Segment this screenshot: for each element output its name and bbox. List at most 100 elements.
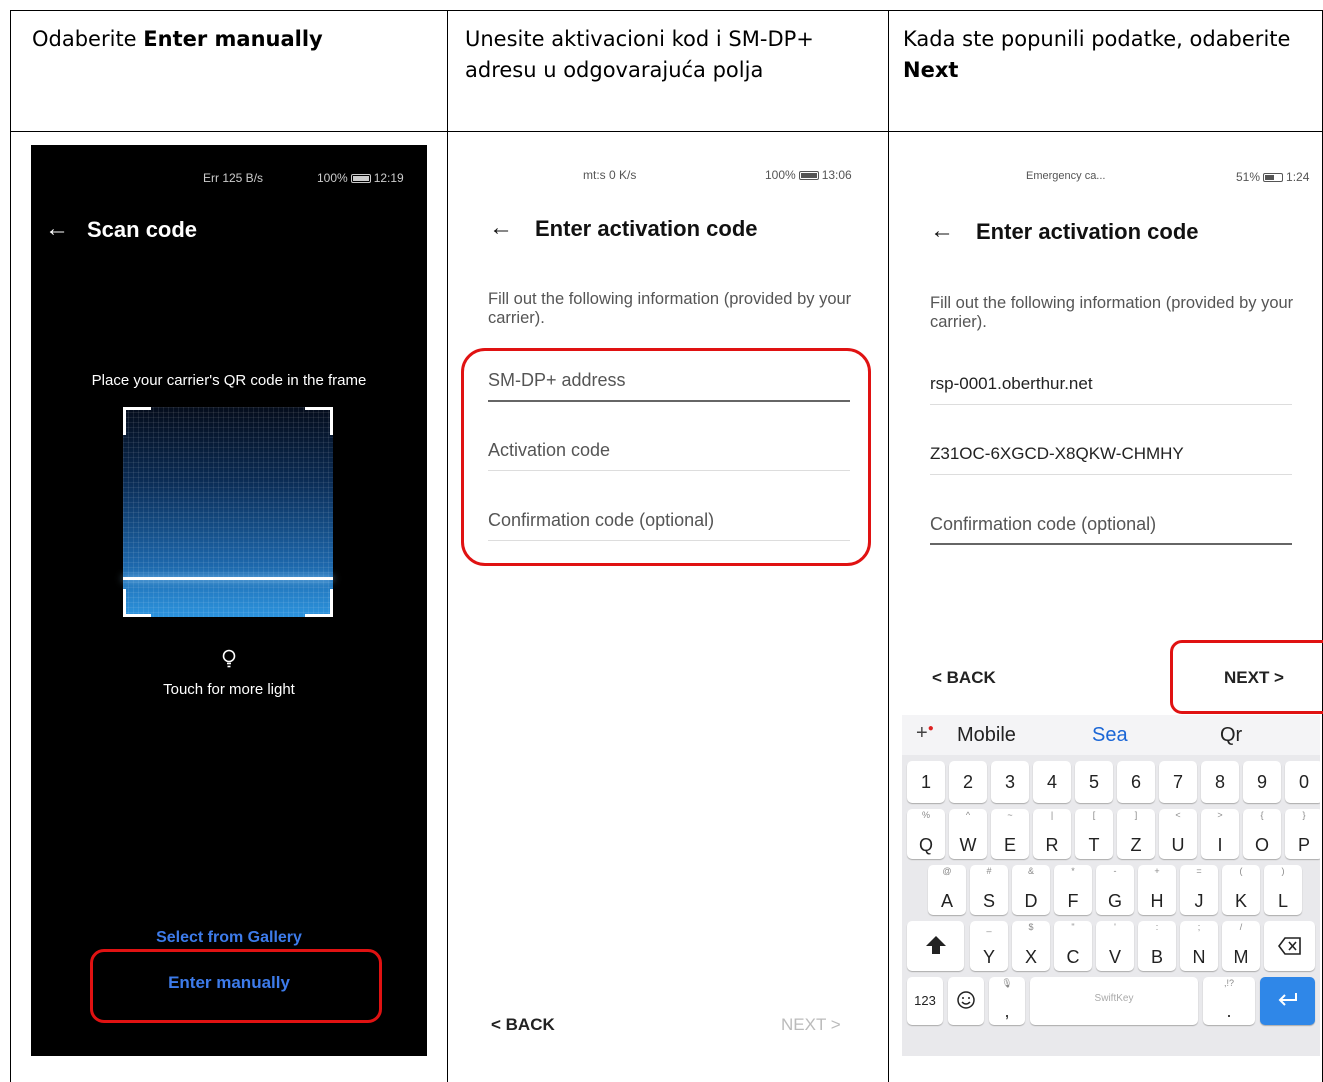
- number-key[interactable]: 0: [1285, 761, 1320, 803]
- letter-key[interactable]: > I: [1201, 809, 1239, 859]
- suggestion[interactable]: Mobile: [957, 724, 1016, 747]
- back-button[interactable]: < BACK: [491, 1015, 555, 1035]
- key-label: 4: [1046, 772, 1057, 792]
- key-symbol: >: [1217, 810, 1223, 820]
- flashlight-icon[interactable]: [217, 647, 241, 671]
- key-label: 8: [1214, 772, 1225, 792]
- letter-key[interactable]: | R: [1033, 809, 1071, 859]
- smdp-address-value[interactable]: rsp-0001.oberthur.net: [930, 374, 1093, 394]
- key-label: X: [1024, 947, 1037, 967]
- letter-key[interactable]: ^ W: [949, 809, 987, 859]
- letter-key[interactable]: = J: [1180, 865, 1218, 915]
- letter-key[interactable]: ; N: [1180, 921, 1218, 971]
- status-right: 100% 12:19: [317, 171, 404, 185]
- letter-key[interactable]: (K: [1222, 865, 1260, 915]
- back-arrow-icon[interactable]: ←: [489, 216, 513, 240]
- shift-key[interactable]: [907, 921, 964, 971]
- key-label: 1: [920, 772, 931, 792]
- mic-icon: 🎙: [1001, 978, 1013, 988]
- letter-key[interactable]: < U: [1159, 809, 1197, 859]
- status-right: 100% 13:06: [765, 168, 852, 182]
- key-label: D: [1024, 891, 1038, 911]
- key-label: K: [1234, 891, 1247, 911]
- key-label: W: [959, 835, 977, 855]
- key-symbol: ': [1114, 922, 1116, 932]
- key-label: O: [1254, 835, 1269, 855]
- comma-key[interactable]: , 🎙: [989, 977, 1025, 1025]
- key-symbol: [: [1092, 810, 1096, 820]
- key-symbol: ,!?: [1223, 978, 1234, 988]
- space-key[interactable]: SwiftKey: [1030, 977, 1198, 1025]
- confirmation-code-field[interactable]: Confirmation code (optional): [930, 514, 1156, 535]
- key-label: C: [1066, 947, 1080, 967]
- letter-key[interactable]: [T: [1075, 809, 1113, 859]
- letter-key[interactable]: / M: [1222, 921, 1260, 971]
- key-symbol: ": [1071, 922, 1075, 932]
- suggestion[interactable]: Sea: [1092, 724, 1128, 747]
- number-key[interactable]: 4: [1033, 761, 1071, 803]
- letter-key[interactable]: + H: [1138, 865, 1176, 915]
- emoji-key[interactable]: [948, 977, 984, 1025]
- number-key[interactable]: 5: [1075, 761, 1113, 803]
- battery-icon: [350, 174, 371, 183]
- key-symbol: -: [1113, 866, 1117, 876]
- back-button[interactable]: < BACK: [932, 668, 996, 688]
- letter-key[interactable]: " C: [1054, 921, 1092, 971]
- letter-key[interactable]: $ X: [1012, 921, 1050, 971]
- suggestion[interactable]: Qr: [1220, 724, 1242, 747]
- page-title: Enter activation code: [976, 219, 1199, 244]
- period-key[interactable]: ,!?.: [1203, 977, 1255, 1025]
- numbers-mode-key[interactable]: 123: [907, 977, 943, 1025]
- emoji-icon: [957, 991, 975, 1009]
- page-title: Scan code: [87, 217, 198, 242]
- letter-key[interactable]: {O: [1243, 809, 1281, 859]
- key-label: H: [1150, 891, 1164, 911]
- next-button-disabled[interactable]: NEXT >: [781, 1015, 841, 1035]
- suggestion-bar: +● Mobile Sea Qr: [902, 715, 1320, 755]
- key-symbol: {: [1260, 810, 1264, 820]
- table-column-divider: [888, 10, 889, 1082]
- letter-key[interactable]: } P: [1285, 809, 1320, 859]
- number-key[interactable]: 3: [991, 761, 1029, 803]
- number-key[interactable]: 1: [907, 761, 945, 803]
- key-label: Y: [982, 947, 995, 967]
- letter-key[interactable]: :B: [1138, 921, 1176, 971]
- letter-key[interactable]: % Q: [907, 809, 945, 859]
- select-from-gallery-link[interactable]: Select from Gallery: [31, 929, 427, 947]
- light-label[interactable]: Touch for more light: [31, 681, 427, 698]
- enter-key[interactable]: [1260, 977, 1315, 1025]
- number-key[interactable]: 8: [1201, 761, 1239, 803]
- letter-key[interactable]: ' V: [1096, 921, 1134, 971]
- add-icon[interactable]: +●: [916, 722, 934, 745]
- key-label: 3: [1004, 772, 1015, 792]
- key-label: R: [1045, 835, 1059, 855]
- backspace-key[interactable]: [1264, 921, 1315, 971]
- key-symbol: ]: [1134, 810, 1138, 820]
- letter-key[interactable]: ~ E: [991, 809, 1029, 859]
- key-label: I: [1217, 835, 1223, 855]
- key-label: A: [940, 891, 953, 911]
- battery-icon: [1263, 173, 1284, 182]
- key-symbol: $: [1028, 922, 1034, 932]
- letter-key[interactable]: -G: [1096, 865, 1134, 915]
- key-label: P: [1297, 835, 1310, 855]
- number-key[interactable]: 7: [1159, 761, 1197, 803]
- letter-key[interactable]: * F: [1054, 865, 1092, 915]
- key-label: 7: [1172, 772, 1183, 792]
- number-key[interactable]: 6: [1117, 761, 1155, 803]
- key-label: M: [1233, 947, 1249, 967]
- letter-key[interactable]: _ Y: [970, 921, 1008, 971]
- letter-key[interactable]: ] Z: [1117, 809, 1155, 859]
- number-key[interactable]: 2: [949, 761, 987, 803]
- qr-scan-frame[interactable]: [123, 407, 333, 617]
- activation-code-value[interactable]: Z31OC-6XGCD-X8QKW-CHMHY: [930, 444, 1184, 464]
- letter-key[interactable]: & D: [1012, 865, 1050, 915]
- back-arrow-icon[interactable]: ←: [930, 219, 954, 243]
- back-arrow-icon[interactable]: ←: [45, 217, 69, 241]
- number-key[interactable]: 9: [1243, 761, 1281, 803]
- key-label: ,: [1004, 1001, 1010, 1021]
- step2-instruction: Unesite aktivacioni kod i SM-DP+ adresu …: [465, 27, 814, 82]
- letter-key[interactable]: # S: [970, 865, 1008, 915]
- letter-key[interactable]: ) L: [1264, 865, 1302, 915]
- letter-key[interactable]: @ A: [928, 865, 966, 915]
